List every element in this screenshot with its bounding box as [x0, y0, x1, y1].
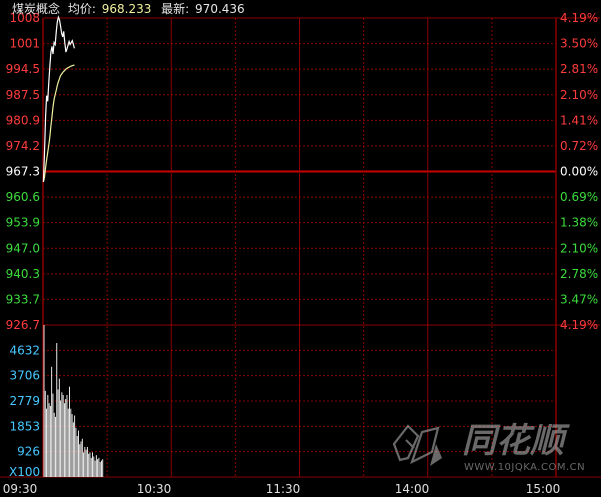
right-percent-tick: 0.00%: [560, 165, 598, 179]
time-tick: 15:00: [526, 482, 561, 496]
volume-tick: 926: [17, 445, 40, 459]
right-percent-tick: 2.78%: [560, 267, 598, 281]
intraday-chart[interactable]: 同花顺 WWW.10JQKA.COM.CN 10081001994.5987.5…: [0, 0, 601, 497]
left-price-tick: 974.2: [6, 139, 40, 153]
right-percent-tick: 0.72%: [560, 139, 598, 153]
left-price-tick: 947.0: [6, 241, 40, 255]
volume-tick: 1853: [9, 419, 40, 433]
right-percent-tick: 4.19%: [560, 318, 598, 332]
time-tick: 09:30: [3, 482, 38, 496]
left-price-tick: 987.5: [6, 88, 40, 102]
avg-price-value: 968.233: [102, 2, 152, 16]
last-price-value: 970.436: [195, 2, 245, 16]
right-percent-tick: 0.69%: [560, 190, 598, 204]
volume-tick: 4632: [9, 343, 40, 357]
left-price-tick: 967.3: [6, 165, 40, 179]
time-tick: 11:30: [266, 482, 301, 496]
volume-unit-label: X100: [9, 465, 40, 479]
right-percent-tick: 1.38%: [560, 216, 598, 230]
left-price-tick: 953.9: [6, 216, 40, 230]
right-percent-tick: 1.41%: [560, 113, 598, 127]
avg-price-label: 均价:: [68, 2, 96, 16]
right-percent-tick: 4.19%: [560, 11, 598, 25]
watermark-brand: 同花顺: [462, 421, 570, 461]
time-tick: 10:30: [137, 482, 172, 496]
left-price-tick: 1001: [9, 37, 40, 51]
right-percent-tick: 3.47%: [560, 292, 598, 306]
right-percent-tick: 2.10%: [560, 241, 598, 255]
volume-tick: 3706: [9, 369, 40, 383]
last-price-label: 最新:: [161, 1, 189, 16]
right-percent-tick: 2.81%: [560, 62, 598, 76]
index-name: 煤炭概念: [12, 1, 60, 16]
right-percent-tick: 3.50%: [560, 37, 598, 51]
left-price-tick: 926.7: [6, 318, 40, 332]
left-price-tick: 933.7: [6, 292, 40, 306]
left-price-tick: 994.5: [6, 62, 40, 76]
volume-tick: 2779: [9, 394, 40, 408]
left-price-tick: 960.6: [6, 190, 40, 204]
chart-header: 煤炭概念 均价: 968.233 最新: 970.436: [12, 1, 245, 16]
time-tick: 14:00: [395, 482, 430, 496]
left-price-tick: 940.3: [6, 267, 40, 281]
left-price-tick: 980.9: [6, 113, 40, 127]
watermark-site: WWW.10JQKA.COM.CN: [464, 462, 585, 473]
right-percent-tick: 2.10%: [560, 88, 598, 102]
